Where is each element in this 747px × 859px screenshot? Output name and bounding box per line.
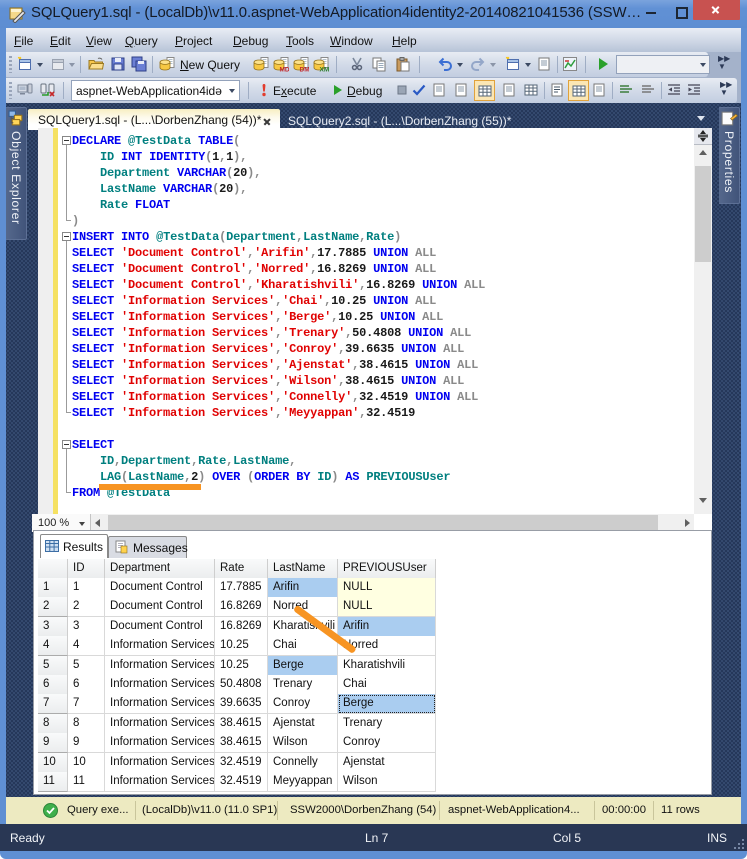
svg-text:MD: MD [280,67,290,73]
svg-text:DM: DM [300,67,310,73]
svg-text:XM: XM [320,67,330,73]
